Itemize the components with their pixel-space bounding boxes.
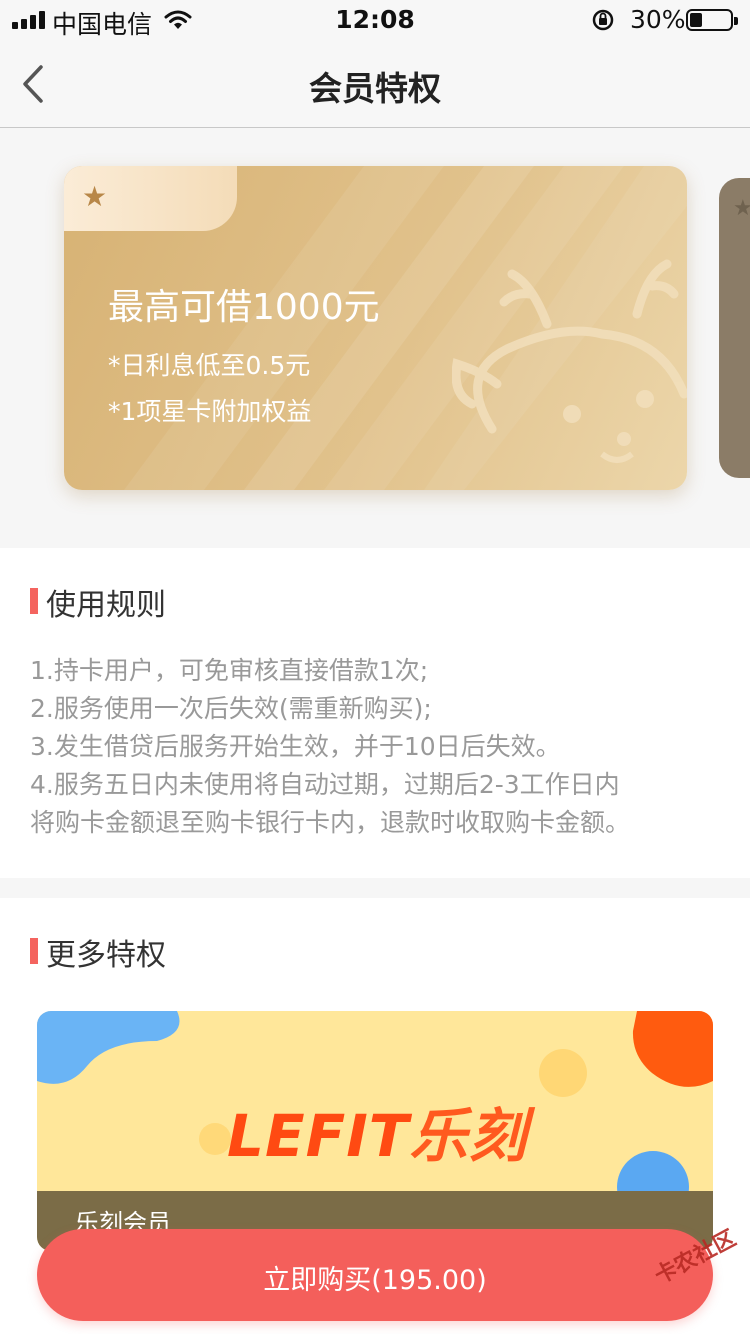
battery-percent: 30% bbox=[630, 5, 686, 34]
card-benefit-1: *日利息低至0.5元 bbox=[108, 351, 311, 380]
battery-icon bbox=[686, 9, 738, 31]
deer-icon bbox=[452, 259, 687, 463]
orientation-lock-icon bbox=[592, 9, 614, 31]
card-benefit-2: *1项星卡附加权益 bbox=[108, 397, 312, 426]
card-title: 最高可借1000元 bbox=[108, 287, 380, 328]
rule-item: 2.服务使用一次后失效(需重新购买); bbox=[30, 694, 432, 723]
next-card-preview[interactable]: ★ bbox=[719, 178, 750, 478]
rule-item: 1.持卡用户，可免审核直接借款1次; bbox=[30, 656, 429, 685]
star-icon: ★ bbox=[733, 196, 750, 221]
card-tag: ★ bbox=[64, 166, 237, 231]
rule-item: 将购卡金额退至购卡银行卡内，退款时收取购卡金额。 bbox=[30, 808, 631, 837]
promo-card-lefit[interactable]: LEFIT乐刻 乐刻会员 bbox=[37, 1011, 713, 1251]
rules-list: 1.持卡用户，可免审核直接借款1次; 2.服务使用一次后失效(需重新购买); 3… bbox=[30, 652, 730, 842]
section-indicator bbox=[30, 588, 38, 614]
star-icon: ★ bbox=[82, 180, 108, 213]
member-card[interactable]: ★ 最高可借1000元 *日利息低至0.5元 *1项星卡附加权益 bbox=[64, 166, 687, 490]
status-bar: 中国电信 12:08 30% bbox=[0, 0, 750, 40]
rules-title: 使用规则 bbox=[46, 588, 166, 623]
rule-item: 3.发生借贷后服务开始生效，并于10日后失效。 bbox=[30, 732, 561, 761]
more-title: 更多特权 bbox=[46, 938, 166, 973]
lefit-logo: LEFIT乐刻 bbox=[227, 1102, 528, 1170]
card-carousel[interactable]: ★ 最高可借1000元 *日利息低至0.5元 *1项星卡附加权益 ★ bbox=[0, 128, 750, 548]
buy-button-label: 立即购买(195.00) bbox=[263, 1265, 487, 1296]
section-indicator bbox=[30, 938, 38, 964]
buy-button[interactable]: 立即购买(195.00) bbox=[37, 1229, 713, 1321]
nav-bar: 会员特权 bbox=[0, 40, 750, 128]
rules-section: 使用规则 1.持卡用户，可免审核直接借款1次; 2.服务使用一次后失效(需重新购… bbox=[0, 548, 750, 878]
rule-item: 4.服务五日内未使用将自动过期，过期后2-3工作日内 bbox=[30, 770, 620, 799]
page-title: 会员特权 bbox=[309, 69, 441, 108]
